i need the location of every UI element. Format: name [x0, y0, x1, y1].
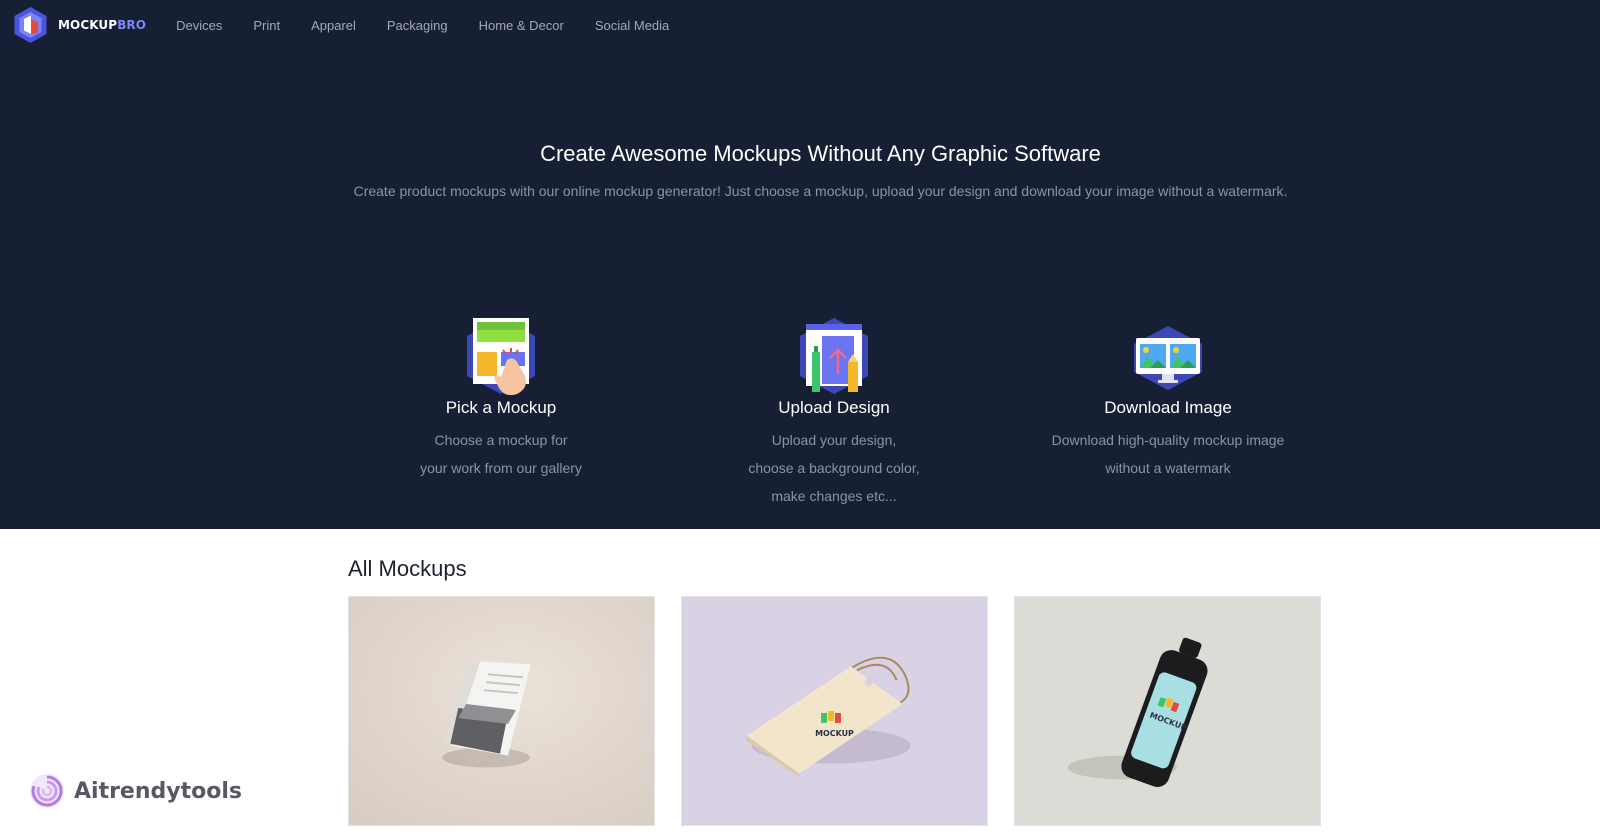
mockup-card-bottle[interactable]: MOCKUP: [1014, 596, 1321, 826]
step-title: Pick a Mockup: [445, 398, 557, 417]
brochure-mockup-image: [349, 597, 654, 825]
step-title: Download Image: [1104, 398, 1232, 417]
hero-subtitle: Create product mockups with our online m…: [353, 183, 1288, 199]
brand-name: MOCKUPBRO: [58, 18, 147, 32]
tag-mockup-image: MOCKUP: [682, 597, 987, 825]
download-image-icon: [1134, 326, 1202, 390]
mockup-card-brochure[interactable]: [348, 596, 655, 826]
step-download-image: Download Image Download high-quality moc…: [1018, 316, 1318, 482]
step-title: Upload Design: [778, 398, 890, 417]
nav-packaging[interactable]: Packaging: [387, 18, 448, 33]
section-title: All Mockups: [348, 556, 467, 581]
step-description: Download high-quality mockup image witho…: [1051, 432, 1285, 476]
top-nav: MOCKUPBRO Devices Print Apparel Packagin…: [0, 0, 1600, 50]
hero-section: MOCKUPBRO Devices Print Apparel Packagin…: [0, 0, 1600, 529]
pick-mockup-icon: [467, 318, 535, 396]
upload-design-icon: [800, 318, 868, 394]
hexagon-cube-icon: [14, 7, 47, 43]
hero-title: Create Awesome Mockups Without Any Graph…: [540, 141, 1101, 166]
bottle-mockup-image: MOCKUP: [1015, 597, 1320, 825]
step-pick-mockup: Pick a Mockup Choose a mockup for your w…: [351, 316, 651, 482]
brand-logo[interactable]: MOCKUPBRO: [13, 6, 146, 44]
svg-text:MOCKUP: MOCKUP: [815, 729, 854, 738]
nav-social-media[interactable]: Social Media: [595, 18, 669, 33]
step-description: Choose a mockup for your work from our g…: [420, 432, 582, 476]
watermark-text: Aitrendytools: [74, 778, 242, 804]
swirl-icon: [30, 774, 64, 808]
mockup-card-tag[interactable]: MOCKUP: [681, 596, 988, 826]
nav-apparel[interactable]: Apparel: [311, 18, 356, 33]
step-description: Upload your design, choose a background …: [748, 432, 920, 504]
nav-print[interactable]: Print: [253, 18, 280, 33]
nav-home-decor[interactable]: Home & Decor: [479, 18, 564, 33]
step-upload-design: Upload Design Upload your design, choose…: [684, 316, 984, 510]
nav-devices[interactable]: Devices: [176, 18, 222, 33]
watermark: Aitrendytools: [28, 772, 242, 810]
